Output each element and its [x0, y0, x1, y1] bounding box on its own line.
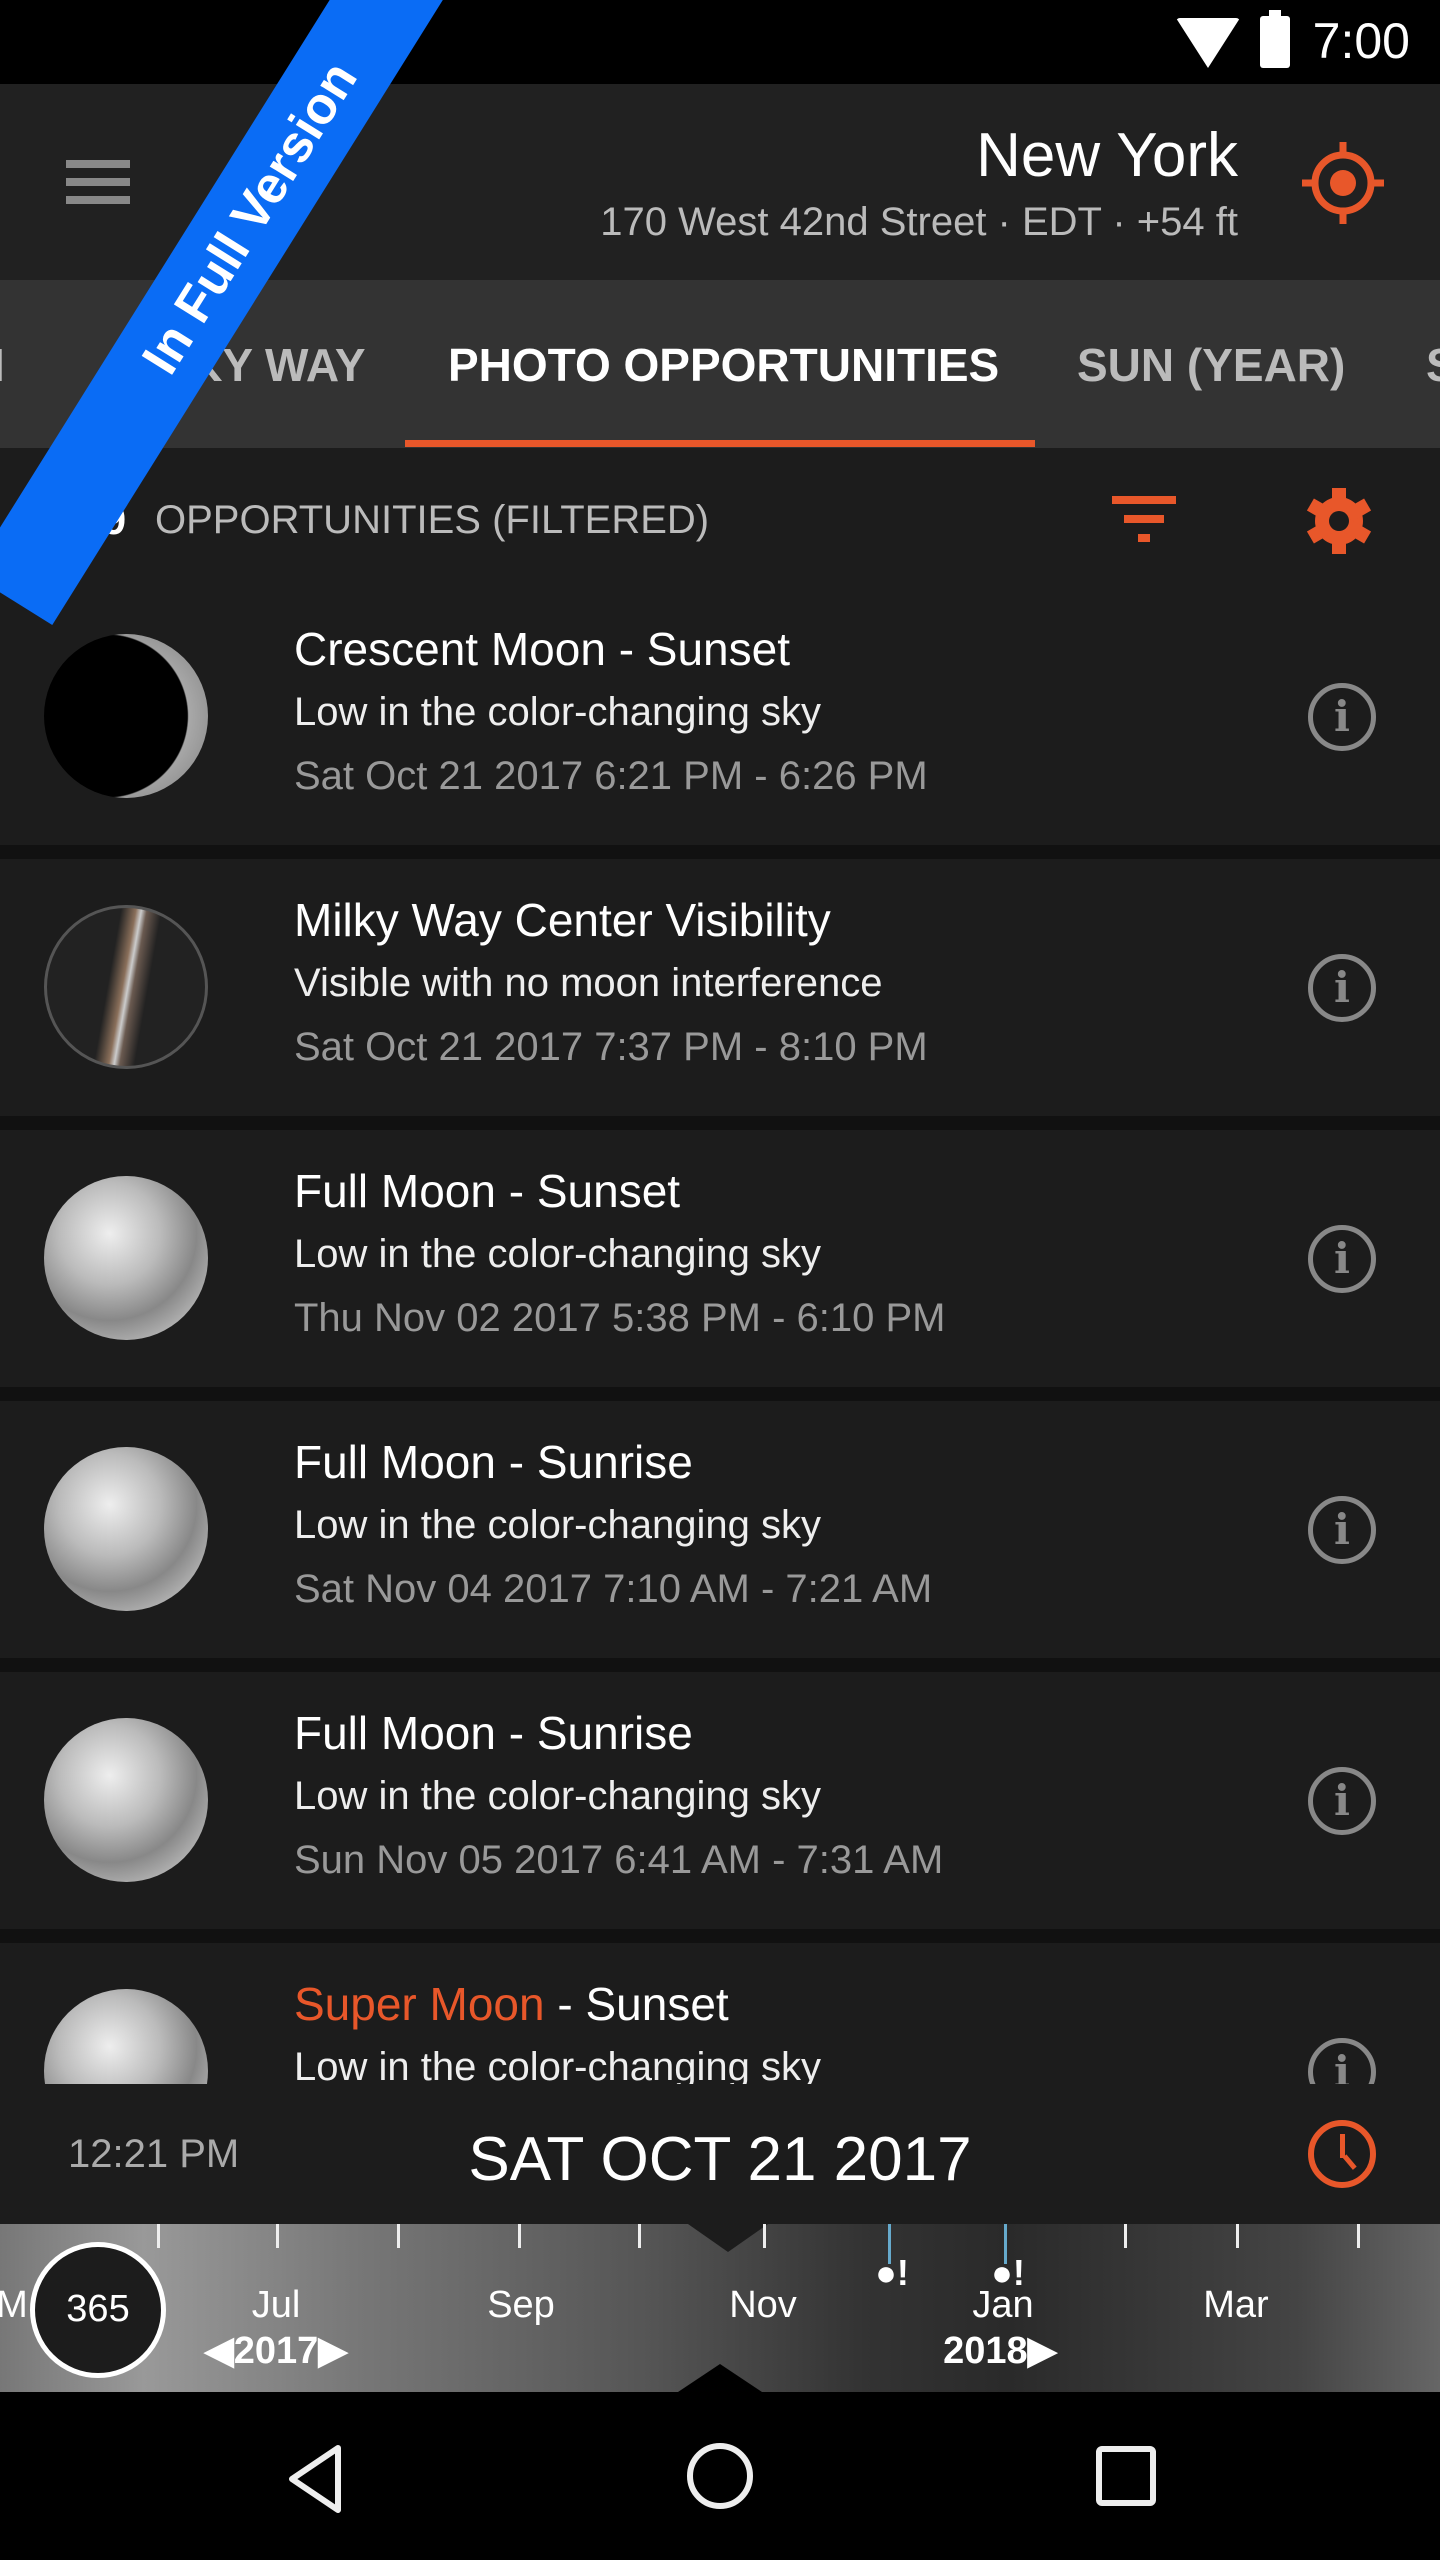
status-time: 7:00	[1312, 13, 1410, 69]
item-date: Sat Oct 21 2017 7:37 PM - 8:10 PM	[294, 1025, 928, 1069]
item-title: Super Moon - Sunset	[294, 1977, 729, 2031]
year-label-2018[interactable]: 2018▶	[943, 2328, 1057, 2373]
date-bar: 12:21 PM SAT OCT 21 2017	[0, 2084, 1440, 2224]
summary-bar: 289 OPPORTUNITIES (FILTERED)	[0, 448, 1440, 588]
timeline-pointer-top	[688, 2224, 768, 2252]
item-subtitle: Low in the color-changing sky	[294, 1774, 821, 1818]
full-moon-icon	[44, 1176, 208, 1340]
timeline-slider[interactable]: ●! ●! M Jul Sep Nov Jan Mar ◀2017▶ 2018▶…	[0, 2224, 1440, 2392]
item-title: Crescent Moon - Sunset	[294, 623, 791, 675]
status-bar: 7:00	[0, 0, 1440, 84]
full-moon-icon	[44, 1447, 208, 1611]
month-label: Mar	[1203, 2284, 1269, 2326]
info-icon[interactable]: i	[1308, 1767, 1376, 1835]
info-icon[interactable]: i	[1308, 1496, 1376, 1564]
item-title: Full Moon - Sunrise	[294, 1707, 693, 1759]
wifi-icon	[1176, 18, 1240, 68]
list-item[interactable]: Milky Way Center Visibility Visible with…	[0, 859, 1440, 1116]
current-date[interactable]: SAT OCT 21 2017	[0, 2124, 1440, 2195]
tab-photo-opportunities[interactable]: PHOTO OPPORTUNITIES	[448, 338, 999, 392]
navigation-bar	[0, 2392, 1440, 2560]
clock-icon[interactable]	[1308, 2120, 1376, 2188]
item-title: Milky Way Center Visibility	[294, 894, 831, 946]
full-moon-icon	[44, 1989, 208, 2084]
tick	[157, 2224, 160, 2248]
year-label-2017[interactable]: ◀2017▶	[204, 2328, 347, 2373]
milky-way-icon	[44, 905, 208, 1069]
item-date: Sat Nov 04 2017 7:10 AM - 7:21 AM	[294, 1567, 933, 1611]
crescent-moon-icon	[44, 634, 208, 798]
battery-icon	[1260, 10, 1290, 68]
home-icon[interactable]	[686, 2442, 754, 2510]
location-address[interactable]: 170 West 42nd Street · EDT · +54 ft	[600, 200, 1238, 245]
tick	[276, 2224, 279, 2248]
list-item[interactable]: Full Moon - Sunset Low in the color-chan…	[0, 1130, 1440, 1387]
item-subtitle: Low in the color-changing sky	[294, 690, 821, 734]
tick	[397, 2224, 400, 2248]
timeline-pointer-bottom	[678, 2364, 762, 2392]
tick	[638, 2224, 641, 2248]
item-date: Sun Nov 05 2017 6:41 AM - 7:31 AM	[294, 1838, 944, 1882]
item-subtitle: Visible with no moon interference	[294, 961, 883, 1005]
days-range-button[interactable]: 365	[30, 2242, 166, 2378]
item-title: Full Moon - Sunrise	[294, 1436, 693, 1488]
tab-next[interactable]: S	[1426, 338, 1440, 392]
locate-icon[interactable]	[1300, 140, 1386, 226]
tab-prev[interactable]: I	[0, 338, 5, 392]
item-date: Thu Nov 02 2017 5:38 PM - 6:10 PM	[294, 1296, 946, 1340]
info-icon[interactable]: i	[1308, 683, 1376, 751]
month-label: M	[0, 2284, 28, 2326]
item-title: Full Moon - Sunset	[294, 1165, 681, 1217]
tick	[518, 2224, 521, 2248]
month-label: Jan	[972, 2284, 1034, 2326]
super-moon-highlight: Super Moon	[294, 1978, 545, 2030]
filter-icon[interactable]	[1112, 494, 1176, 544]
opportunity-label: OPPORTUNITIES (FILTERED)	[155, 498, 710, 542]
list-item[interactable]: Crescent Moon - Sunset Low in the color-…	[0, 588, 1440, 845]
info-icon[interactable]: i	[1308, 1225, 1376, 1293]
tick	[1236, 2224, 1239, 2248]
info-icon[interactable]: i	[1308, 2038, 1376, 2084]
item-subtitle: Low in the color-changing sky	[294, 1232, 821, 1276]
month-label: Jul	[251, 2284, 301, 2326]
settings-gear-icon[interactable]	[1304, 486, 1374, 556]
opportunity-list[interactable]: Crescent Moon - Sunset Low in the color-…	[0, 588, 1440, 2084]
recents-icon[interactable]	[1096, 2446, 1156, 2506]
item-date: Sat Oct 21 2017 6:21 PM - 6:26 PM	[294, 754, 928, 798]
location-city[interactable]: New York	[976, 120, 1238, 191]
tab-sun-year[interactable]: SUN (YEAR)	[1077, 338, 1345, 392]
item-title-rest: - Sunset	[544, 1978, 729, 2030]
list-item[interactable]: Full Moon - Sunrise Low in the color-cha…	[0, 1672, 1440, 1929]
tick	[763, 2224, 766, 2248]
item-subtitle: Low in the color-changing sky	[294, 1503, 821, 1547]
tab-indicator	[405, 440, 1035, 447]
tick	[1357, 2224, 1360, 2248]
menu-icon[interactable]	[66, 160, 130, 204]
back-icon[interactable]	[286, 2444, 346, 2514]
month-label: Sep	[487, 2284, 555, 2326]
item-subtitle: Low in the color-changing sky	[294, 2045, 821, 2084]
event-marker[interactable]: ●!	[875, 2252, 909, 2294]
info-icon[interactable]: i	[1308, 954, 1376, 1022]
full-moon-icon	[44, 1718, 208, 1882]
tick	[1124, 2224, 1127, 2248]
month-label: Nov	[729, 2284, 797, 2326]
list-item[interactable]: Full Moon - Sunrise Low in the color-cha…	[0, 1401, 1440, 1658]
list-item[interactable]: Super Moon - Sunset Low in the color-cha…	[0, 1943, 1440, 2084]
